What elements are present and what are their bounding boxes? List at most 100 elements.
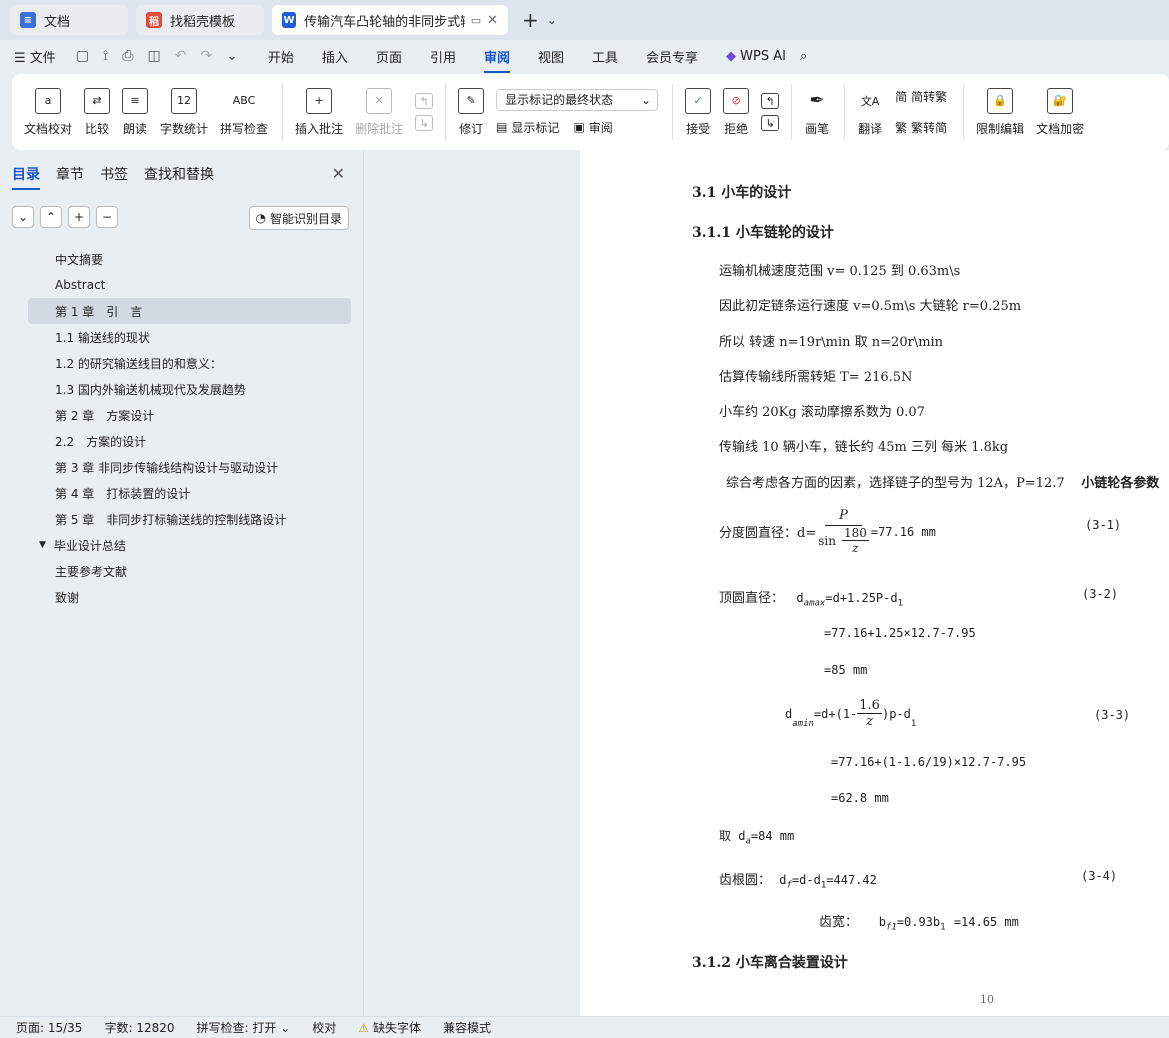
menu-insert[interactable]: 插入 [322,47,348,66]
word-count-button[interactable]: 12 字数统计 [160,87,208,137]
heading-3-1-1: 3.1.1 小车链轮的设计 [692,225,834,241]
reject-button[interactable]: ⊘ 拒绝 [723,87,750,137]
tab-current-doc[interactable]: W 传输汽车凸轮轴的非同步式输送 ▭ ✕ [272,5,508,35]
tab-docs[interactable]: ≡ 文档 [10,5,128,35]
wps-ai-button[interactable]: ◆ WPS AI [726,49,786,64]
new-tab-icon[interactable]: + [522,8,539,32]
prev-comment-icon: ↰ [415,93,434,109]
read-aloud-button[interactable]: ≡ 朗读 [122,87,149,137]
spell-check-button[interactable]: ABC 拼写检查 [220,88,268,137]
chevron-up-icon[interactable]: ⌃ [40,206,62,228]
tab-list-chevron-icon[interactable]: ⌄ [547,13,557,27]
menu-tools[interactable]: 工具 [592,47,618,66]
toc-item[interactable]: Abstract [28,272,351,298]
next-comment-icon: ↳ [415,115,434,131]
proofread-status[interactable]: 校对 [312,1019,336,1036]
chevron-down-icon: ⌄ [280,1021,291,1035]
search-icon[interactable]: ⌕ [800,49,807,64]
wps-writer-icon: W [282,12,297,28]
menu-start[interactable]: 开始 [268,47,294,66]
accept-button[interactable]: ✓ 接受 [685,87,712,137]
toc-item[interactable]: 中文摘要 [28,246,351,272]
fraction: P sin 180 z [818,508,869,555]
toc-item[interactable]: 第 2 章 方案设计 [28,402,351,428]
prev-change-button[interactable]: ↰ ↳ [761,93,780,131]
word-count[interactable]: 字数: 12820 [104,1019,174,1036]
nav-tabs: 目录 章节 书签 查找和替换 [12,164,214,190]
markup-state-dropdown[interactable]: 显示标记的最终状态 ⌄ [496,88,659,111]
toc-item[interactable]: 致谢 [28,584,351,610]
reject-icon: ⊘ [723,87,750,114]
toc-item[interactable]: 第 3 章 非同步传输线结构设计与驱动设计 [28,454,351,480]
toc-item[interactable]: 第 4 章 打标装置的设计 [28,480,351,506]
show-markup-icon: ▤ [496,120,508,134]
share-icon[interactable]: ⟟ [103,48,108,64]
save-icon[interactable]: ▢ [76,48,89,64]
document-page[interactable]: 3.1 小车的设计 3.1.1 小车链轮的设计 运输机械速度范围 v= 0.12… [580,150,1169,1016]
tab-toc[interactable]: 目录 [12,164,40,190]
toc-item[interactable]: 第 5 章 非同步打标输送线的控制线路设计 [28,506,351,532]
track-changes-button[interactable]: ✎ 修订 [458,87,485,137]
toc-item[interactable]: 2.2 方案的设计 [28,428,351,454]
tab-close-icon[interactable]: ✕ [487,13,498,28]
toc-item-selected[interactable]: 第 1 章 引 言 [28,298,351,324]
collapse-triangle-icon[interactable]: ▼ [39,540,46,550]
undo-icon[interactable]: ↶ [175,48,187,64]
plus-icon[interactable]: + [68,206,90,228]
redo-icon[interactable]: ↷ [200,48,212,64]
warning-icon: ⚠ [358,1021,370,1035]
delete-comment-button[interactable]: ✕ 删除批注 [355,87,403,137]
trad-to-simp-icon: 繁 [895,121,908,135]
menu-member[interactable]: 会员专享 [646,47,698,66]
accept-icon: ✓ [685,87,712,114]
compare-button[interactable]: ⇄ 比较 [84,87,111,137]
page-indicator[interactable]: 页面: 15/35 [16,1019,82,1036]
pen-button[interactable]: ✒ 画笔 [804,88,830,137]
toc-list: 中文摘要 Abstract 第 1 章 引 言 1.1 输送线的现状 1.2 的… [28,246,351,610]
restrict-edit-button[interactable]: 🔒 限制编辑 [976,87,1024,137]
menu-reference[interactable]: 引用 [430,47,456,66]
smart-toc-button[interactable]: ◔ 智能识别目录 [248,206,349,230]
doc-check-button[interactable]: a 文档校对 [24,87,72,137]
menu-page[interactable]: 页面 [376,47,402,66]
print-icon[interactable]: ⎙ [122,48,133,64]
equation-number: (3-1) [1085,518,1122,532]
tab-monitor-icon[interactable]: ▭ [471,14,481,27]
tab-docer[interactable]: 稻 找稻壳模板 [136,5,264,35]
chevron-down-icon[interactable]: ⌄ [12,206,34,228]
spell-check-status[interactable]: 拼写检查: 打开 ⌄ [197,1019,291,1036]
tab-find-replace[interactable]: 查找和替换 [144,164,214,190]
menu-review[interactable]: 审阅 [483,47,510,73]
delete-comment-icon: ✕ [366,87,393,114]
trad-to-simp-button[interactable]: 繁繁转简 [895,119,947,136]
doc-encrypt-button[interactable]: 🔐 文档加密 [1036,87,1084,137]
more-chevron-icon[interactable]: ⌄ [226,48,238,64]
equation-number: (3-4) [1081,869,1118,883]
toc-item-collapsible[interactable]: ▼ 毕业设计总结 [28,532,351,558]
tab-bookmarks[interactable]: 书签 [100,164,128,190]
fraction: 1.6 z [857,698,882,729]
wps-ai-icon: ◆ [726,48,737,64]
translate-button[interactable]: 文A 翻译 [857,88,883,137]
toc-item[interactable]: 1.1 输送线的现状 [28,324,351,350]
equation-3-2: 顶圆直径： damax=d+1.25P-d1 [719,591,904,609]
missing-font-status[interactable]: ⚠ 缺失字体 [358,1019,421,1036]
simp-to-trad-button[interactable]: 简简转繁 [895,88,947,105]
tab-sections[interactable]: 章节 [56,164,84,190]
print-preview-icon[interactable]: ◫ [147,48,160,64]
toc-item[interactable]: 1.3 国内外输送机械现代及发展趋势 [28,376,351,402]
insert-comment-icon: + [306,87,333,114]
prev-comment-button[interactable]: ↰ ↳ [415,93,434,131]
menu-view[interactable]: 视图 [538,47,564,66]
review-pane-button[interactable]: ▣ 审阅 [573,119,612,136]
toc-item[interactable]: 主要参考文献 [28,558,351,584]
review-ribbon: a 文档校对 ⇄ 比较 ≡ 朗读 12 字数统计 ABC 拼写检查 + 插入批注 ✕ 删除批注… [12,74,1169,150]
compare-icon: ⇄ [84,87,111,114]
insert-comment-button[interactable]: + 插入批注 [295,87,343,137]
file-menu[interactable]: ☰ 文件 [14,47,56,66]
show-markup-button[interactable]: ▤ 显示标记 [496,119,559,136]
toc-item[interactable]: 1.2 的研究输送线目的和意义： [28,350,351,376]
next-change-icon: ↳ [761,115,780,131]
close-icon[interactable]: ✕ [332,164,345,183]
minus-icon[interactable]: − [96,206,118,228]
